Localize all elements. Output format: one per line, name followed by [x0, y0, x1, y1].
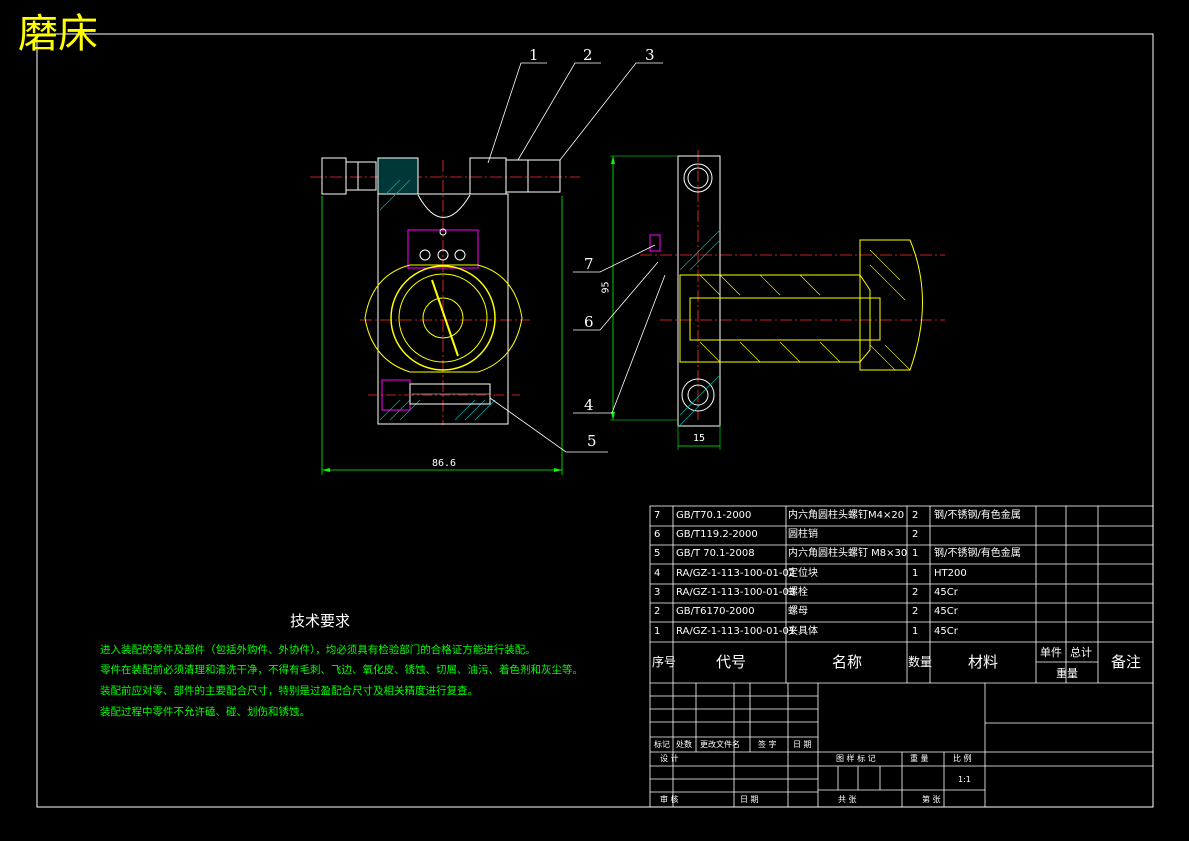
bom-material: 45Cr [934, 587, 958, 598]
bom-qty: 2 [912, 510, 919, 521]
bom-code: RA/GZ-1-113-100-01-03 [676, 587, 796, 598]
part-label-2: 2 [583, 46, 593, 64]
bom-name: 圆柱销 [788, 529, 818, 540]
tb-total-sheets: 共 张 [838, 795, 857, 804]
tb-review: 审 核 [660, 795, 679, 804]
tb-count: 处数 [676, 740, 692, 749]
dim-side-height: 95 [600, 281, 612, 294]
bom-header-no: 序号 [652, 655, 677, 669]
tb-mark: 标记 [654, 740, 670, 749]
bom-code: RA/GZ-1-113-100-01-02 [676, 568, 796, 579]
requirement-line: 装配前应对零、部件的主要配合尺寸，特别是过盈配合尺寸及相关精度进行复查。 [100, 685, 478, 697]
bom-qty: 1 [912, 626, 919, 637]
bom-material: 45Cr [934, 606, 958, 617]
tb-stage: 图 样 标 记 [836, 754, 876, 763]
dim-side-width: 15 [693, 433, 706, 444]
bom-code: RA/GZ-1-113-100-01-01 [676, 626, 796, 637]
dim-front-width: 86.6 [432, 458, 457, 469]
bom-header-unit: 单件 [1040, 646, 1062, 659]
bom-no: 6 [654, 529, 661, 540]
tb-design: 设 计 [660, 754, 679, 763]
tb-scale-label: 比 例 [953, 754, 972, 763]
bom-qty: 2 [912, 529, 919, 540]
bom-header-total: 总计 [1070, 646, 1092, 659]
tb-weight: 重 量 [910, 754, 929, 763]
bom-name: 夹具体 [788, 626, 818, 637]
bom-header-weight: 重量 [1056, 667, 1078, 680]
tb-scale: 1:1 [958, 775, 971, 784]
bom-header-qty: 数量 [908, 655, 933, 669]
bom-no: 4 [654, 568, 661, 579]
bom-material: 45Cr [934, 626, 958, 637]
bom-code: GB/T 70.1-2008 [676, 548, 755, 559]
tb-date2: 日 期 [740, 795, 759, 804]
part-label-7: 7 [584, 255, 594, 273]
bom-code: GB/T119.2-2000 [676, 529, 758, 540]
bom-no: 5 [654, 548, 661, 559]
bom-qty: 1 [912, 568, 919, 579]
bom-name: 内六角圆柱头螺钉M4×20 [788, 510, 905, 521]
bom-name: 螺母 [788, 606, 808, 617]
tb-date: 日 期 [793, 740, 812, 749]
requirement-line: 进入装配的零件及部件（包括外购件、外协件），均必须具有检验部门的合格证方能进行装… [100, 644, 536, 656]
requirement-line: 零件在装配前必须清理和清洗干净，不得有毛刺、飞边、氧化皮、锈蚀、切屑、油污、着色… [100, 664, 583, 676]
bom-no: 2 [654, 606, 661, 617]
bom-name: 内六角圆柱头螺钉 M8×30 [788, 548, 908, 559]
bom-code: GB/T70.1-2000 [676, 510, 752, 521]
bom-no: 7 [654, 510, 661, 521]
part-label-4: 4 [584, 396, 594, 414]
bom-name: 定位块 [788, 568, 818, 579]
tb-sign: 签 字 [758, 740, 777, 749]
bom-qty: 1 [912, 548, 919, 559]
bom-header-remark: 备注 [1111, 653, 1142, 671]
requirements-title: 技术要求 [290, 612, 351, 630]
bom-header-code: 代号 [716, 653, 747, 671]
part-label-3: 3 [645, 46, 655, 64]
bom-material: 钢/不锈钢/有色金属 [934, 548, 1021, 559]
bom-name: 螺栓 [788, 587, 808, 598]
tb-change-doc: 更改文件名 [700, 740, 740, 749]
bom-no: 3 [654, 587, 661, 598]
bom-material: 钢/不锈钢/有色金属 [934, 510, 1021, 521]
bom-qty: 2 [912, 606, 919, 617]
bom-header-material: 材料 [968, 653, 999, 671]
tb-sheet: 第 张 [922, 795, 941, 804]
part-label-5: 5 [587, 432, 597, 450]
part-label-1: 1 [529, 46, 539, 64]
bom-material: HT200 [934, 568, 967, 579]
side-view [573, 150, 945, 450]
part-label-6: 6 [584, 313, 594, 331]
bom-header-name: 名称 [832, 653, 863, 671]
bom-qty: 2 [912, 587, 919, 598]
bom-no: 1 [654, 626, 661, 637]
requirement-line: 装配过程中零件不允许磕、碰、划伤和锈蚀。 [100, 706, 310, 718]
bom-code: GB/T6170-2000 [676, 606, 755, 617]
drawing-title: 磨床 [18, 11, 98, 57]
